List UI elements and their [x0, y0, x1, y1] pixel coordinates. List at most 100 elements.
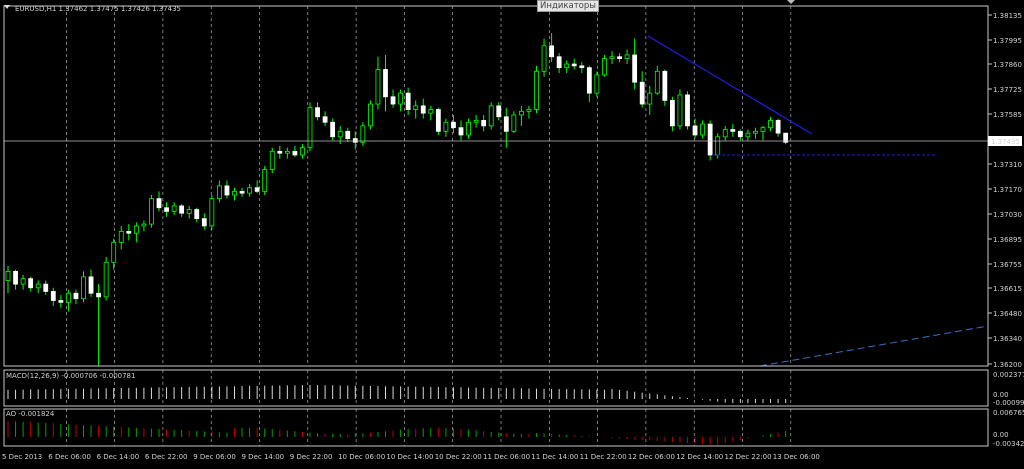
candle-body — [186, 209, 192, 214]
candle-body — [556, 56, 562, 69]
candle-body — [571, 63, 577, 67]
time-tick-label: 11 Dec 06:00 — [483, 453, 530, 461]
candle-body — [526, 109, 532, 112]
price-tick-label: 1.37725 — [993, 86, 1022, 94]
shift-marker-icon[interactable] — [787, 0, 795, 4]
candle-body — [103, 261, 109, 298]
candle-body — [201, 218, 207, 227]
candle-body — [292, 150, 298, 156]
candle-body — [141, 223, 147, 227]
candle-body — [428, 109, 434, 114]
candle-body — [224, 185, 230, 196]
chart-canvas[interactable]: 5 Dec 2013 6 Dec 06:00 6 Dec 14:00 6 Dec 22… — [0, 0, 1024, 465]
candle-body — [383, 69, 388, 98]
candle-body — [247, 187, 253, 194]
time-tick-label: 6 Dec 06:00 — [48, 453, 91, 461]
candle-body — [398, 92, 404, 105]
candle-body — [579, 65, 585, 69]
candle-body — [194, 209, 200, 220]
candle-body — [443, 121, 449, 132]
price-tick-label: 1.37030 — [993, 211, 1022, 219]
candle-body — [519, 110, 524, 116]
candle-body — [28, 278, 34, 289]
candle-body — [50, 291, 56, 301]
price-tick-label: 1.37170 — [993, 186, 1022, 194]
candle-body — [284, 150, 290, 154]
candle-body — [179, 205, 185, 214]
candle-body — [126, 230, 132, 234]
time-tick-label: 11 Dec 14:00 — [531, 453, 578, 461]
candle-body — [760, 127, 766, 132]
time-tick-label: 13 Dec 06:00 — [773, 453, 820, 461]
candle-body — [405, 92, 411, 110]
candle-body — [35, 283, 41, 289]
candle-body — [420, 105, 426, 114]
candle-body — [171, 205, 177, 212]
candle-body — [156, 198, 162, 209]
price-tick-label: 1.36200 — [993, 361, 1022, 369]
indicators-button[interactable]: Индикаторы — [537, 0, 599, 12]
price-tick-label: 1.37310 — [993, 161, 1022, 169]
symbol-menu-arrow-icon[interactable] — [4, 5, 10, 9]
candle-body — [300, 147, 305, 156]
candle-body — [745, 132, 751, 138]
candle-body — [216, 185, 222, 200]
macd-scale-bottom: -0.000999 — [993, 399, 1024, 407]
candle-body — [511, 114, 517, 132]
candle-body — [700, 123, 705, 136]
time-tick-label: 12 Dec 06:00 — [628, 453, 675, 461]
candle-body — [118, 230, 124, 243]
axes: 5 Dec 2013 6 Dec 06:00 6 Dec 14:00 6 Dec 22… — [2, 5, 1024, 461]
candle-body — [632, 54, 638, 83]
candle-body — [269, 150, 275, 170]
candle-body — [541, 45, 547, 72]
candle-body — [503, 116, 509, 132]
time-tick-label: 10 Dec 06:00 — [338, 453, 385, 461]
candle-body — [375, 69, 381, 105]
price-tick-label: 1.36480 — [993, 310, 1022, 318]
candle-body — [307, 107, 313, 149]
candle-body — [662, 70, 668, 101]
price-tick-label: 1.37860 — [993, 61, 1022, 69]
price-tick-label: 1.38135 — [993, 12, 1022, 20]
candle-body — [670, 100, 675, 127]
candle-body — [473, 120, 479, 123]
candle-body — [609, 56, 615, 59]
candle-body — [602, 58, 607, 76]
candle-body — [707, 123, 713, 156]
candle-body — [330, 121, 336, 138]
candle-body — [164, 207, 169, 212]
time-tick-label: 6 Dec 14:00 — [97, 453, 140, 461]
price-tick-label: 1.37995 — [993, 37, 1022, 45]
candle-body — [594, 74, 600, 94]
candle-body — [617, 56, 622, 59]
candle-body — [715, 136, 721, 156]
candle-body — [66, 292, 71, 303]
price-tick-label: 1.37585 — [993, 111, 1022, 119]
ao-scale-top: 0.006765 — [993, 409, 1024, 417]
candle-body — [315, 107, 320, 118]
time-tick-label: 10 Dec 22:00 — [435, 453, 482, 461]
time-tick-label: 5 Dec 2013 — [2, 453, 42, 461]
ao-scale-bottom: -0.003424 — [993, 440, 1024, 448]
candle-body — [677, 94, 683, 127]
ao-label: AO -0.001824 — [6, 410, 55, 418]
candle-body — [549, 45, 554, 58]
price-tick-label: 1.36895 — [993, 236, 1022, 244]
candle-body — [639, 81, 645, 105]
candle-body — [73, 292, 79, 300]
price-tick-label: 1.36755 — [993, 261, 1022, 269]
chart-window: 5 Dec 2013 6 Dec 06:00 6 Dec 14:00 6 Dec 22… — [0, 0, 1024, 465]
time-tick-label: 12 Dec 22:00 — [725, 453, 772, 461]
channel-line — [759, 325, 989, 367]
candle-body — [586, 67, 592, 94]
current-price-label: 1.37435 — [991, 138, 1020, 146]
macd-scale-top: 0.002377 — [993, 371, 1024, 379]
time-tick-label: 11 Dec 22:00 — [580, 453, 627, 461]
candle-body — [58, 300, 64, 303]
candle-body — [647, 92, 653, 105]
candle-body — [753, 130, 758, 134]
candle-body — [481, 120, 487, 127]
candle-body — [488, 105, 494, 127]
candle-body — [337, 130, 343, 138]
